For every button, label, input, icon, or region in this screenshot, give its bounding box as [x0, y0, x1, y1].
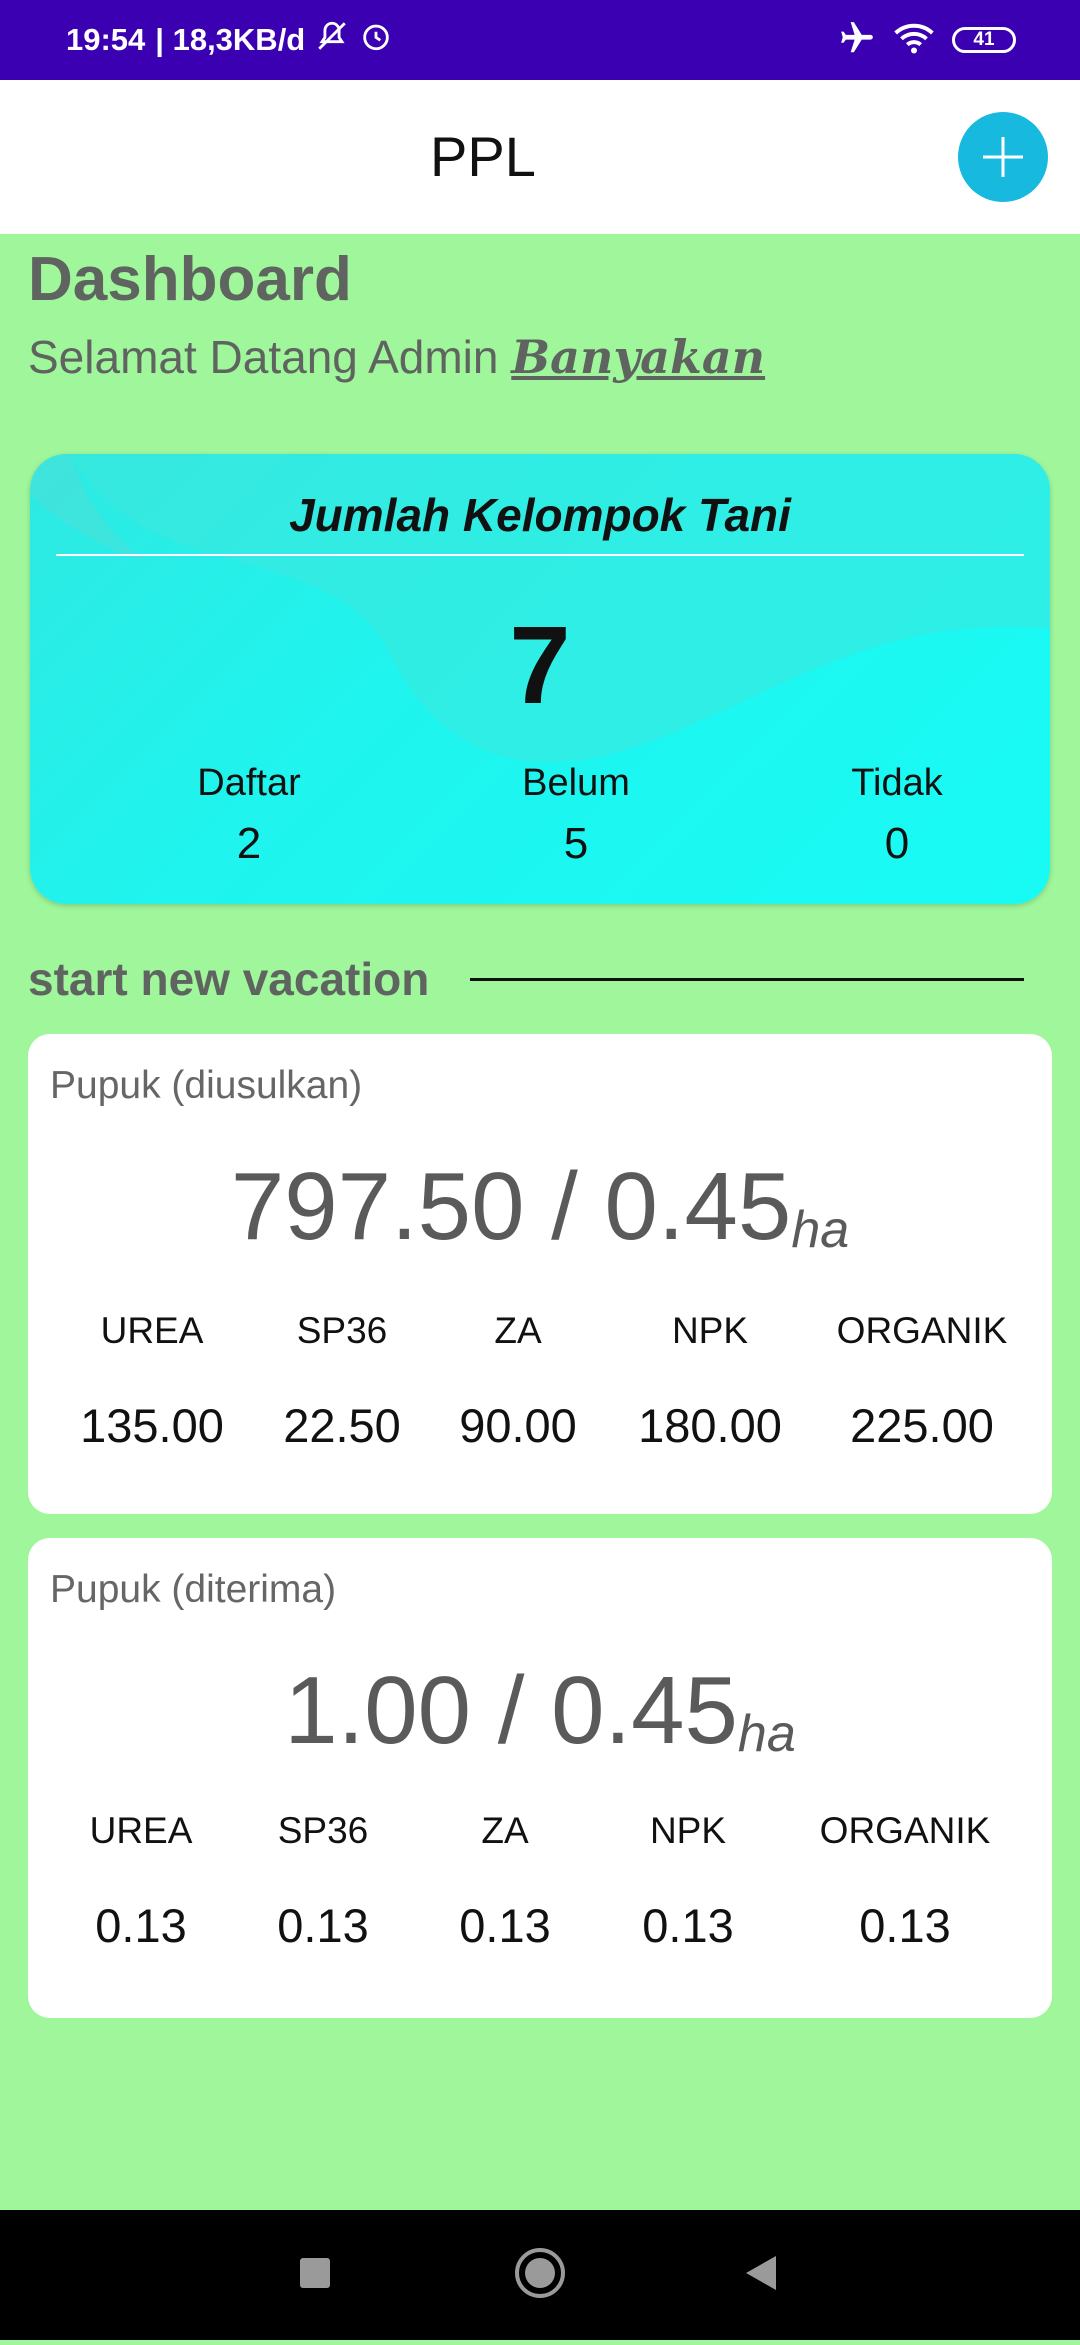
column-header: UREA [89, 1810, 193, 1851]
airplane-icon [838, 19, 876, 62]
pupuk-amount: 797.50 / 0.45ha [28, 1152, 1052, 1262]
status-left: 19:54 | 18,3KB/d [66, 0, 393, 80]
page-title: Dashboard [28, 245, 352, 314]
stat-daftar: Daftar 2 [119, 762, 379, 869]
card-label: Pupuk (diusulkan) [50, 1064, 363, 1107]
column-za: ZA 0.13 [405, 1810, 605, 1953]
wifi-icon [894, 21, 934, 60]
stat-label: Belum [522, 762, 630, 804]
stat-value: 5 [563, 819, 589, 868]
home-circle-icon[interactable] [515, 2248, 565, 2298]
status-bar: 19:54 | 18,3KB/d 41 [0, 0, 1080, 80]
column-header: SP36 [277, 1810, 369, 1851]
stat-label: Daftar [197, 762, 301, 804]
column-header: ORGANIK [819, 1810, 991, 1851]
app-bar: PPL [0, 80, 1080, 234]
add-button[interactable] [958, 112, 1048, 202]
column-npk: NPK 0.13 [588, 1810, 788, 1953]
column-value: 90.00 [459, 1399, 577, 1452]
card-divider [56, 554, 1024, 556]
column-header: ZA [494, 1310, 542, 1351]
column-sp36: SP36 22.50 [242, 1310, 442, 1453]
column-npk: NPK 180.00 [610, 1310, 810, 1453]
column-urea: UREA 135.00 [52, 1310, 252, 1453]
amount-unit: ha [791, 1201, 850, 1259]
column-value: 225.00 [850, 1399, 994, 1452]
card-label: Pupuk (diterima) [50, 1568, 337, 1611]
pupuk-amount: 1.00 / 0.45ha [28, 1656, 1052, 1766]
column-header: ZA [481, 1810, 529, 1851]
welcome-label: Selamat Datang Admin [28, 331, 499, 383]
stat-value: 2 [236, 819, 262, 868]
app-title: PPL [430, 125, 536, 188]
column-za: ZA 90.00 [418, 1310, 618, 1453]
column-value: 0.13 [277, 1899, 369, 1952]
system-nav-bar [0, 2210, 1080, 2340]
column-value: 0.13 [459, 1899, 551, 1952]
stat-value: 0 [884, 819, 910, 868]
plus-icon [983, 137, 1023, 177]
column-organik: ORGANIK 225.00 [822, 1310, 1022, 1453]
status-time: 19:54 [66, 22, 146, 57]
stat-belum: Belum 5 [446, 762, 706, 869]
username-link[interactable]: Banyakan [511, 330, 765, 384]
amount-unit: ha [737, 1705, 796, 1763]
alarm-icon [359, 19, 393, 61]
column-header: ORGANIK [836, 1310, 1008, 1351]
column-value: 0.13 [95, 1899, 187, 1952]
section-heading: start new vacation [28, 953, 430, 1005]
battery-icon: 41 [952, 27, 1016, 53]
stat-tidak: Tidak 0 [767, 762, 1027, 869]
column-value: 180.00 [638, 1399, 782, 1452]
column-urea: UREA 0.13 [41, 1810, 241, 1953]
column-value: 22.50 [283, 1399, 401, 1452]
column-header: NPK [649, 1810, 727, 1851]
column-value: 0.13 [859, 1899, 951, 1952]
mute-icon [315, 19, 349, 61]
section-divider [470, 978, 1024, 981]
total-count: 7 [509, 604, 571, 727]
column-organik: ORGANIK 0.13 [805, 1810, 1005, 1953]
column-header: NPK [671, 1310, 749, 1351]
welcome-text: Selamat Datang Admin Banyakan [28, 330, 765, 384]
column-value: 0.13 [642, 1899, 734, 1952]
kelompok-tani-card: Jumlah Kelompok Tani 7 Daftar 2 Belum 5 … [30, 454, 1050, 904]
column-value: 135.00 [80, 1399, 224, 1452]
column-header: SP36 [296, 1310, 388, 1351]
amount-value: 797.50 / 0.45 [230, 1153, 792, 1260]
network-speed: | 18,3KB/d [155, 22, 306, 57]
pupuk-diusulkan-card: Pupuk (diusulkan) 797.50 / 0.45ha UREA 1… [28, 1034, 1052, 1514]
amount-value: 1.00 / 0.45 [284, 1657, 738, 1764]
back-triangle-icon[interactable] [746, 2256, 776, 2290]
stat-label: Tidak [851, 762, 943, 804]
pupuk-diterima-card: Pupuk (diterima) 1.00 / 0.45ha UREA 0.13… [28, 1538, 1052, 2018]
column-sp36: SP36 0.13 [223, 1810, 423, 1953]
column-header: UREA [100, 1310, 204, 1351]
status-right: 41 [838, 0, 1016, 80]
recents-square-icon[interactable] [300, 2258, 330, 2288]
card-title: Jumlah Kelompok Tani [289, 489, 791, 541]
